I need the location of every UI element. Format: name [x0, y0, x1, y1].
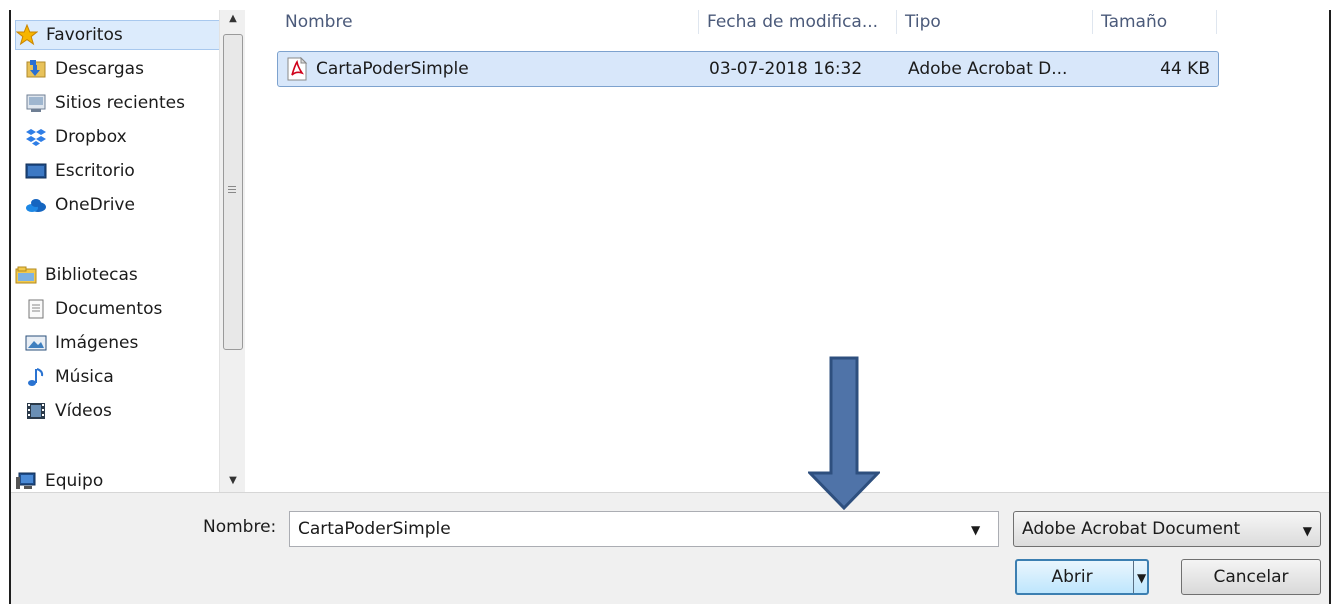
- sidebar-item-favoritos[interactable]: Favoritos: [15, 20, 219, 50]
- documents-icon: [25, 298, 47, 320]
- sidebar-item-label: Vídeos: [55, 401, 112, 421]
- sidebar-item-label: Dropbox: [55, 127, 127, 147]
- sidebar-item-onedrive[interactable]: OneDrive: [25, 190, 135, 220]
- annotation-arrow-down-icon: [808, 356, 880, 510]
- sidebar-item-descargas[interactable]: Descargas: [25, 54, 144, 84]
- sidebar-item-sitios-recientes[interactable]: Sitios recientes: [25, 88, 185, 118]
- sidebar-item-label: Documentos: [55, 299, 163, 319]
- sidebar-item-label: Imágenes: [55, 333, 139, 353]
- file-type-select[interactable]: Adobe Acrobat Document ▼: [1013, 511, 1321, 547]
- libraries-icon: [15, 264, 37, 286]
- star-icon: [15, 23, 39, 46]
- table-row[interactable]: CartaPoderSimple 03-07-2018 16:32 Adobe …: [277, 51, 1219, 87]
- column-header-fecha[interactable]: Fecha de modifica...: [699, 10, 897, 34]
- computer-icon: [15, 470, 37, 492]
- pictures-icon: [25, 332, 47, 354]
- sidebar-scrollbar[interactable]: ▲ ▼: [219, 10, 245, 492]
- grip-icon: [228, 184, 236, 194]
- file-type-value: Adobe Acrobat Document: [1022, 519, 1241, 539]
- scroll-down-icon[interactable]: ▼: [220, 472, 246, 490]
- sidebar-item-label: Bibliotecas: [45, 265, 138, 285]
- column-header-nombre[interactable]: Nombre: [277, 10, 699, 34]
- sidebar-item-imagenes[interactable]: Imágenes: [25, 328, 138, 358]
- videos-icon: [25, 400, 47, 422]
- sidebar-item-documentos[interactable]: Documentos: [25, 294, 162, 324]
- music-icon: [25, 366, 47, 388]
- sidebar-item-label: Favoritos: [46, 25, 123, 45]
- sidebar-item-label: Escritorio: [55, 161, 135, 181]
- downloads-folder-icon: [25, 58, 47, 80]
- split-divider: [1133, 561, 1134, 593]
- sidebar-item-label: OneDrive: [55, 195, 135, 215]
- file-date: 03-07-2018 16:32: [709, 59, 863, 79]
- open-options-dropdown-icon[interactable]: ▼: [1137, 571, 1146, 585]
- desktop-icon: [25, 160, 47, 182]
- sidebar-item-label: Música: [55, 367, 114, 387]
- sidebar-item-escritorio[interactable]: Escritorio: [25, 156, 135, 186]
- navigation-pane: Favoritos Descargas Sitios recientes Dro…: [11, 10, 219, 492]
- file-list: Nombre Fecha de modifica... Tipo Tamaño …: [245, 10, 1329, 492]
- sidebar-item-dropbox[interactable]: Dropbox: [25, 122, 127, 152]
- dropbox-icon: [25, 126, 47, 148]
- cancel-button-label: Cancelar: [1213, 567, 1289, 587]
- file-name-label: Nombre:: [203, 517, 277, 537]
- column-header-tamano[interactable]: Tamaño: [1093, 10, 1217, 34]
- dialog-footer: Nombre: ▼ Adobe Acrobat Document ▼ Abrir…: [11, 492, 1329, 604]
- open-button[interactable]: Abrir ▼: [1015, 559, 1149, 595]
- onedrive-icon: [25, 194, 47, 216]
- sidebar-item-bibliotecas[interactable]: Bibliotecas: [15, 260, 138, 290]
- file-dialog: Favoritos Descargas Sitios recientes Dro…: [9, 10, 1331, 604]
- file-size: 44 KB: [1160, 59, 1210, 79]
- open-button-label: Abrir: [1051, 567, 1093, 587]
- sidebar-item-musica[interactable]: Música: [25, 362, 114, 392]
- column-header-tipo[interactable]: Tipo: [897, 10, 1093, 34]
- file-type: Adobe Acrobat D...: [908, 59, 1068, 79]
- file-name-dropdown-icon[interactable]: ▼: [971, 523, 980, 537]
- sidebar-item-label: Descargas: [55, 59, 144, 79]
- scroll-up-icon[interactable]: ▲: [220, 10, 246, 28]
- sidebar-item-label: Sitios recientes: [55, 93, 185, 113]
- file-name-input[interactable]: [289, 511, 999, 547]
- file-name: CartaPoderSimple: [316, 59, 469, 79]
- pdf-file-icon: [286, 52, 308, 86]
- sidebar-item-videos[interactable]: Vídeos: [25, 396, 112, 426]
- recent-places-icon: [25, 92, 47, 114]
- sidebar-item-label: Equipo: [45, 471, 104, 491]
- cancel-button[interactable]: Cancelar: [1181, 559, 1321, 595]
- sidebar-item-equipo[interactable]: Equipo: [15, 466, 103, 492]
- chevron-down-icon: ▼: [1302, 524, 1312, 538]
